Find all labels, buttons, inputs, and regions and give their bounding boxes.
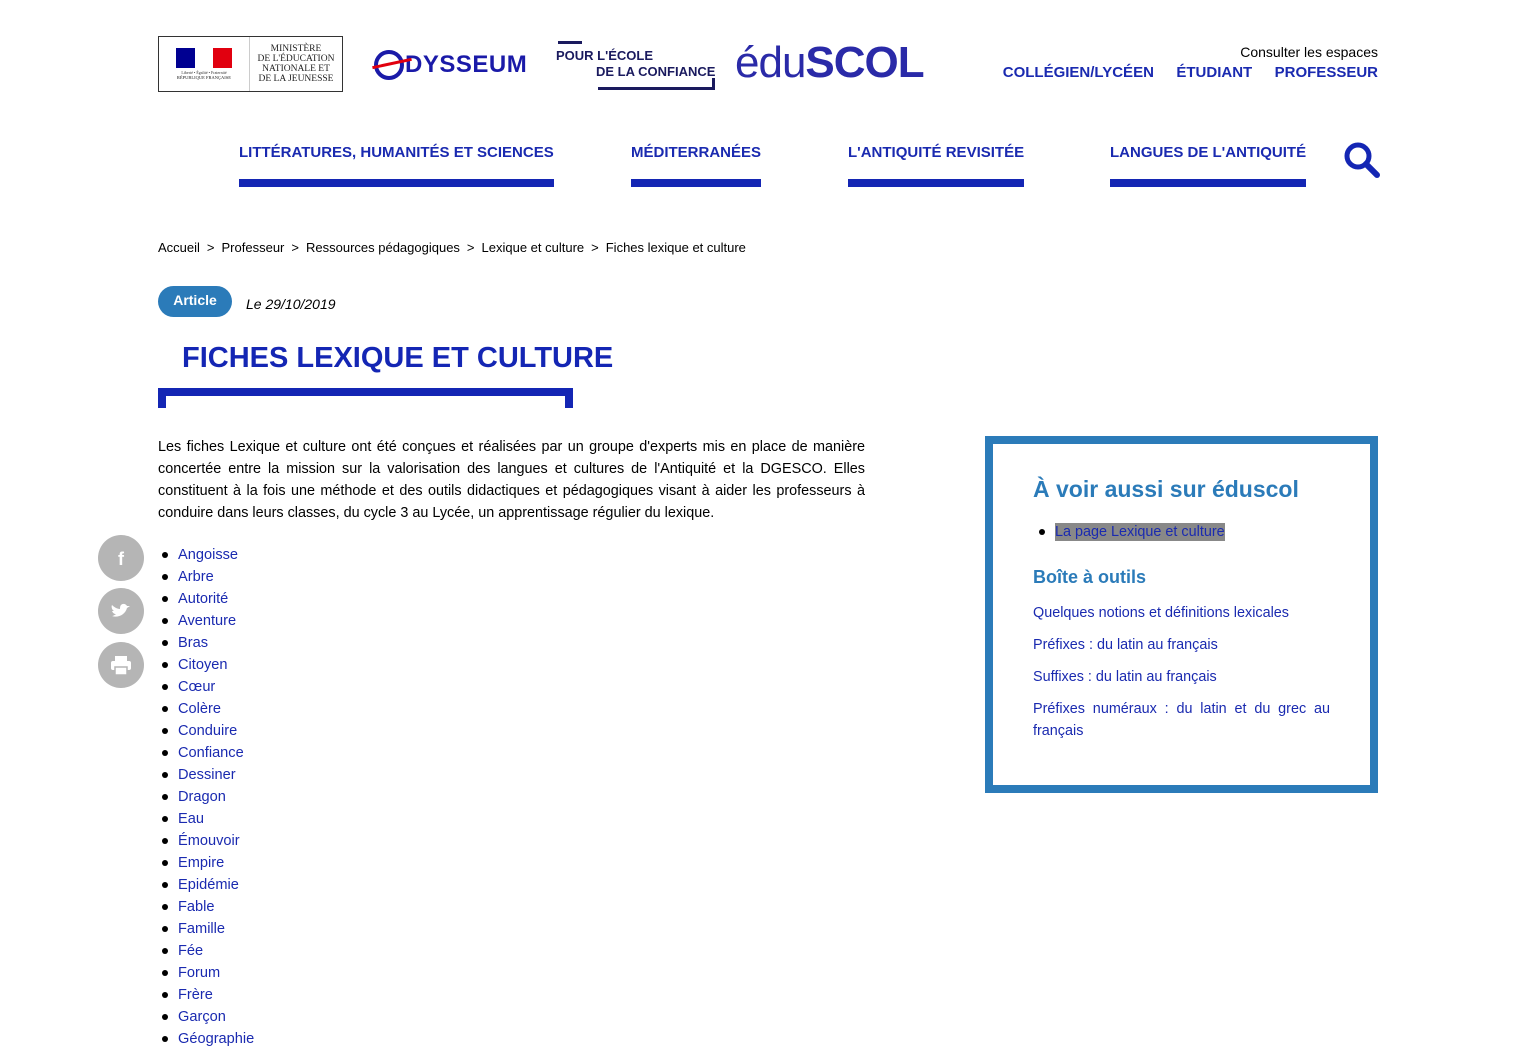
ministry-name: MINISTÈRE DE L'ÉDUCATION NATIONALE ET DE… <box>257 44 335 84</box>
fiche-link[interactable]: Aventure <box>178 610 236 632</box>
twitter-icon <box>111 603 130 617</box>
list-item: Forum <box>158 962 254 984</box>
odysseum-logo[interactable]: DYSSEUM <box>374 40 534 90</box>
list-item: Confiance <box>158 742 254 764</box>
fiche-link[interactable]: Cœur <box>178 676 215 698</box>
fiche-link[interactable]: Citoyen <box>178 654 227 676</box>
list-item: Bras <box>158 632 254 654</box>
article-badge: Article <box>158 286 232 317</box>
list-item: La page Lexique et culture <box>1033 523 1330 541</box>
list-item: Fable <box>158 896 254 918</box>
toolbox-links: Quelques notions et définitions lexicale… <box>1033 602 1330 742</box>
fiche-link[interactable]: Eau <box>178 808 204 830</box>
fiche-link[interactable]: Angoisse <box>178 544 238 566</box>
intro-paragraph: Les fiches Lexique et culture ont été co… <box>158 439 865 521</box>
fiche-link[interactable]: Autorité <box>178 588 228 610</box>
list-item: Angoisse <box>158 544 254 566</box>
fiche-link[interactable]: Fée <box>178 940 203 962</box>
facebook-icon: f <box>118 549 125 569</box>
article-date: Le 29/10/2019 <box>246 296 336 312</box>
list-item: Garçon <box>158 1006 254 1028</box>
print-icon <box>111 656 131 676</box>
list-item: Eau <box>158 808 254 830</box>
list-item: Colère <box>158 698 254 720</box>
republic-label: RÉPUBLIQUE FRANÇAISE <box>176 75 232 80</box>
list-item: Cœur <box>158 676 254 698</box>
fiche-link[interactable]: Famille <box>178 918 225 940</box>
share-twitter-button[interactable] <box>98 588 144 634</box>
list-item: Aventure <box>158 610 254 632</box>
tool-link-prefixes[interactable]: Préfixes : du latin au français <box>1033 634 1330 656</box>
title-underline <box>158 388 573 408</box>
fiche-link[interactable]: Empire <box>178 852 224 874</box>
fiche-link[interactable]: Émouvoir <box>178 830 240 852</box>
list-item: Epidémie <box>158 874 254 896</box>
espace-collegien-link[interactable]: COLLÉGIEN/LYCÉEN <box>1003 64 1154 81</box>
list-item: Autorité <box>158 588 254 610</box>
fiche-link[interactable]: Colère <box>178 698 221 720</box>
list-item: Famille <box>158 918 254 940</box>
tool-link-notions[interactable]: Quelques notions et définitions lexicale… <box>1033 602 1330 624</box>
search-icon <box>1344 142 1380 178</box>
tool-link-suffixes[interactable]: Suffixes : du latin au français <box>1033 666 1330 688</box>
fiche-link[interactable]: Dessiner <box>178 764 236 786</box>
fiche-link[interactable]: Bras <box>178 632 208 654</box>
see-also-title: À voir aussi sur éduscol <box>1033 476 1299 502</box>
list-item: Géographie <box>158 1028 254 1050</box>
list-item: Dessiner <box>158 764 254 786</box>
eduscol-logo[interactable]: éduSCOL <box>735 38 925 88</box>
share-facebook-button[interactable]: f <box>98 535 144 581</box>
fiche-link[interactable]: Fable <box>178 896 215 918</box>
see-also-link[interactable]: La page Lexique et culture <box>1055 523 1225 541</box>
fiche-link[interactable]: Forum <box>178 962 220 984</box>
search-button[interactable] <box>1342 140 1382 180</box>
breadcrumb-ressources[interactable]: Ressources pédagogiques <box>306 240 460 255</box>
print-button[interactable] <box>98 642 144 688</box>
list-item: Frère <box>158 984 254 1006</box>
breadcrumb: Accueil > Professeur > Ressources pédagogiqu… <box>158 240 746 255</box>
breadcrumb-accueil[interactable]: Accueil <box>158 240 200 255</box>
odysseum-o-icon <box>374 50 404 80</box>
fiche-link[interactable]: Garçon <box>178 1006 226 1028</box>
fiche-link[interactable]: Dragon <box>178 786 226 808</box>
nav-item-langues-antiquite[interactable]: LANGUES DE L'ANTIQUITÉ <box>1110 144 1307 187</box>
see-also-list: La page Lexique et culture <box>1033 523 1330 541</box>
tool-link-prefixes-numeraux[interactable]: Préfixes numéraux : du latin et du grec … <box>1033 698 1330 742</box>
page-title-block: FICHES LEXIQUE ET CULTURE <box>158 342 613 408</box>
fiche-link[interactable]: Confiance <box>178 742 244 764</box>
fiche-link[interactable]: Conduire <box>178 720 237 742</box>
french-flag-icon <box>176 48 233 68</box>
list-item: Conduire <box>158 720 254 742</box>
breadcrumb-current: Fiches lexique et culture <box>605 240 746 255</box>
ministry-logo[interactable]: Liberté • Égalité • Fraternité RÉPUBLIQU… <box>158 36 343 92</box>
list-item: Empire <box>158 852 254 874</box>
see-also-sidebar: À voir aussi sur éduscol La page Lexique… <box>985 436 1378 793</box>
nav-item-antiquite-revisitee[interactable]: L'ANTIQUITÉ REVISITÉE <box>848 144 1025 187</box>
marianne-block: Liberté • Égalité • Fraternité RÉPUBLIQU… <box>159 37 250 91</box>
fiche-link[interactable]: Frère <box>178 984 213 1006</box>
espaces-menu: Consulter les espaces COLLÉGIEN/LYCÉEN É… <box>985 44 1378 82</box>
espace-etudiant-link[interactable]: ÉTUDIANT <box>1176 64 1252 81</box>
breadcrumb-lexique[interactable]: Lexique et culture <box>482 240 585 255</box>
list-item: Citoyen <box>158 654 254 676</box>
fiche-link[interactable]: Epidémie <box>178 874 239 896</box>
fiches-list: Angoisse Arbre Autorité Aventure Bras Ci… <box>158 544 254 1050</box>
breadcrumb-professeur[interactable]: Professeur <box>222 240 285 255</box>
espaces-label: Consulter les espaces <box>1240 44 1378 60</box>
toolbox-title: Boîte à outils <box>1033 567 1147 587</box>
list-item: Émouvoir <box>158 830 254 852</box>
page-title: FICHES LEXIQUE ET CULTURE <box>182 342 614 374</box>
ecole-confiance-logo[interactable]: POUR L'ÉCOLE DE LA CONFIANCE <box>556 38 716 94</box>
fiche-link[interactable]: Géographie <box>178 1028 254 1050</box>
list-item: Fée <box>158 940 254 962</box>
list-item: Arbre <box>158 566 254 588</box>
svg-text:f: f <box>118 549 125 569</box>
espace-professeur-link[interactable]: PROFESSEUR <box>1275 64 1378 81</box>
list-item: Dragon <box>158 786 254 808</box>
main-nav: LITTÉRATURES, HUMANITÉS ET SCIENCES MÉDI… <box>0 144 1538 187</box>
fiche-link[interactable]: Arbre <box>178 566 214 588</box>
nav-item-litteratures[interactable]: LITTÉRATURES, HUMANITÉS ET SCIENCES <box>239 144 554 187</box>
nav-item-mediterranees[interactable]: MÉDITERRANÉES <box>631 144 762 187</box>
